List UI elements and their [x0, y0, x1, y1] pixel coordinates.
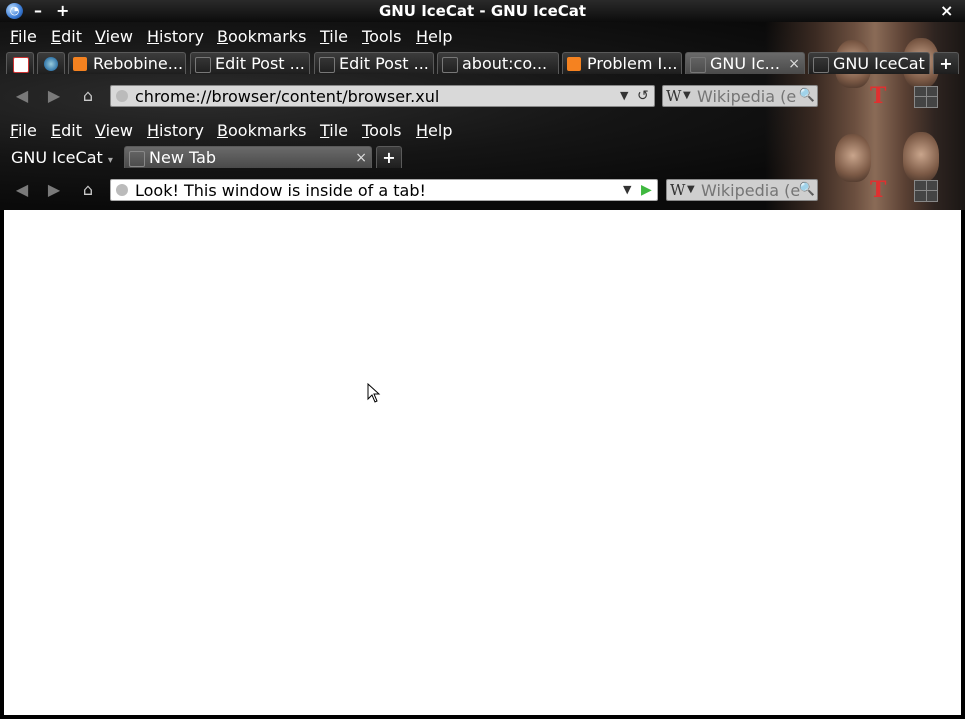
menu-tools[interactable]: Tools [362, 27, 401, 47]
tab-label: about:co... [462, 54, 548, 73]
url-dropdown-icon[interactable]: ▼ [623, 180, 631, 200]
site-identity-icon [116, 184, 128, 196]
site-identity-icon [116, 90, 128, 102]
forward-arrow-icon[interactable]: ▶ [44, 86, 64, 106]
menu-edit[interactable]: Edit [51, 121, 82, 141]
blogger-icon [567, 57, 581, 71]
close-window-button[interactable]: × [940, 0, 953, 22]
tab-label: Edit Post ... [215, 54, 305, 73]
tab-new-tab[interactable]: New Tab × [124, 146, 372, 168]
tab-label: New Tab [149, 148, 217, 167]
menu-view[interactable]: View [95, 121, 133, 141]
tab-group-label: GNU IceCat [11, 148, 103, 167]
menu-tile[interactable]: Tile [320, 27, 348, 47]
back-arrow-icon[interactable]: ◀ [12, 180, 32, 200]
inner-navbar: ◀ ▶ ⌂ ▼ ▶ W ▼ 🔍 T [0, 174, 965, 206]
close-tab-icon[interactable]: × [355, 147, 367, 168]
globe-icon [44, 57, 58, 71]
search-bar[interactable]: W ▼ 🔍 [662, 85, 818, 107]
page-icon [195, 57, 211, 73]
tab-edit-post-1[interactable]: Edit Post ... [190, 52, 310, 74]
page-icon [319, 57, 335, 73]
tile-grid-icon[interactable] [914, 180, 938, 202]
tab-globe[interactable] [37, 52, 65, 74]
page-icon [690, 57, 706, 73]
home-icon[interactable]: ⌂ [78, 86, 98, 106]
tab-group-button[interactable]: GNU IceCat ▾ [11, 147, 113, 172]
window-titlebar: ◔ – + GNU IceCat - GNU IceCat × [0, 0, 965, 22]
chevron-down-icon[interactable]: ▼ [683, 86, 691, 106]
page-icon [813, 57, 829, 73]
menu-help[interactable]: Help [416, 121, 452, 141]
search-input[interactable] [701, 180, 801, 200]
go-arrow-icon[interactable]: ▶ [641, 180, 652, 200]
new-tab-button[interactable]: + [933, 52, 959, 74]
page-content[interactable] [4, 210, 961, 715]
search-icon[interactable]: 🔍 [799, 86, 815, 106]
page-icon [442, 57, 458, 73]
menu-file[interactable]: File [10, 121, 37, 141]
tab-gnu-icecat[interactable]: GNU IceCat [808, 52, 930, 74]
text-tool-icon[interactable]: T [870, 178, 886, 202]
new-tab-button[interactable]: + [376, 146, 402, 168]
page-icon [129, 151, 145, 167]
url-input[interactable] [135, 180, 605, 200]
tab-label: GNU Ic... [710, 54, 780, 73]
tile-grid-icon[interactable] [914, 86, 938, 108]
menu-history[interactable]: History [147, 27, 204, 47]
home-icon[interactable]: ⌂ [78, 180, 98, 200]
chevron-down-icon: ▾ [107, 155, 113, 166]
search-input[interactable] [697, 86, 797, 106]
search-bar[interactable]: W ▼ 🔍 [666, 179, 818, 201]
tab-label: Edit Post ... [339, 54, 429, 73]
menu-view[interactable]: View [95, 27, 133, 47]
tab-edit-post-2[interactable]: Edit Post ... [314, 52, 434, 74]
tab-label: GNU IceCat [833, 54, 925, 73]
menu-tile[interactable]: Tile [320, 121, 348, 141]
search-icon[interactable]: 🔍 [799, 180, 815, 200]
close-tab-icon[interactable]: × [788, 53, 800, 74]
menu-bookmarks[interactable]: Bookmarks [217, 121, 306, 141]
forward-arrow-icon[interactable]: ▶ [44, 180, 64, 200]
tab-gmail[interactable] [6, 52, 34, 74]
menu-history[interactable]: History [147, 121, 204, 141]
back-arrow-icon[interactable]: ◀ [12, 86, 32, 106]
outer-navbar: ◀ ▶ ⌂ ▼ ↺ W ▼ 🔍 T [0, 80, 965, 112]
reload-icon[interactable]: ↺ [637, 86, 649, 106]
mouse-pointer-icon [367, 383, 381, 403]
menu-tools[interactable]: Tools [362, 121, 401, 141]
menu-bookmarks[interactable]: Bookmarks [217, 27, 306, 47]
tab-problem[interactable]: Problem I... [562, 52, 682, 74]
url-bar[interactable]: ▼ ▶ [110, 179, 658, 201]
tab-label: Rebobine... [93, 54, 184, 73]
browser-chrome: File Edit View History Bookmarks Tile To… [0, 22, 965, 210]
outer-menubar: File Edit View History Bookmarks Tile To… [0, 24, 965, 48]
tab-gnu-icecat-active[interactable]: GNU Ic... × [685, 52, 805, 74]
url-bar[interactable]: ▼ ↺ [110, 85, 655, 107]
outer-tabstrip: Rebobine... Edit Post ... Edit Post ... … [0, 50, 965, 76]
wikipedia-engine-icon[interactable]: W [666, 86, 681, 106]
menu-help[interactable]: Help [416, 27, 452, 47]
menu-edit[interactable]: Edit [51, 27, 82, 47]
inner-menubar: File Edit View History Bookmarks Tile To… [0, 118, 965, 142]
tab-about-config[interactable]: about:co... [437, 52, 559, 74]
window-title: GNU IceCat - GNU IceCat [378, 2, 587, 20]
chevron-down-icon[interactable]: ▼ [687, 180, 695, 200]
wikipedia-engine-icon[interactable]: W [670, 180, 685, 200]
blogger-icon [73, 57, 87, 71]
url-input[interactable] [135, 86, 605, 106]
menu-file[interactable]: File [10, 27, 37, 47]
tab-label: Problem I... [587, 54, 678, 73]
inner-tabstrip: GNU IceCat ▾ New Tab × + [0, 144, 965, 170]
url-dropdown-icon[interactable]: ▼ [620, 86, 628, 106]
tab-rebobine[interactable]: Rebobine... [68, 52, 186, 74]
text-tool-icon[interactable]: T [870, 84, 886, 108]
gmail-icon [13, 57, 29, 73]
